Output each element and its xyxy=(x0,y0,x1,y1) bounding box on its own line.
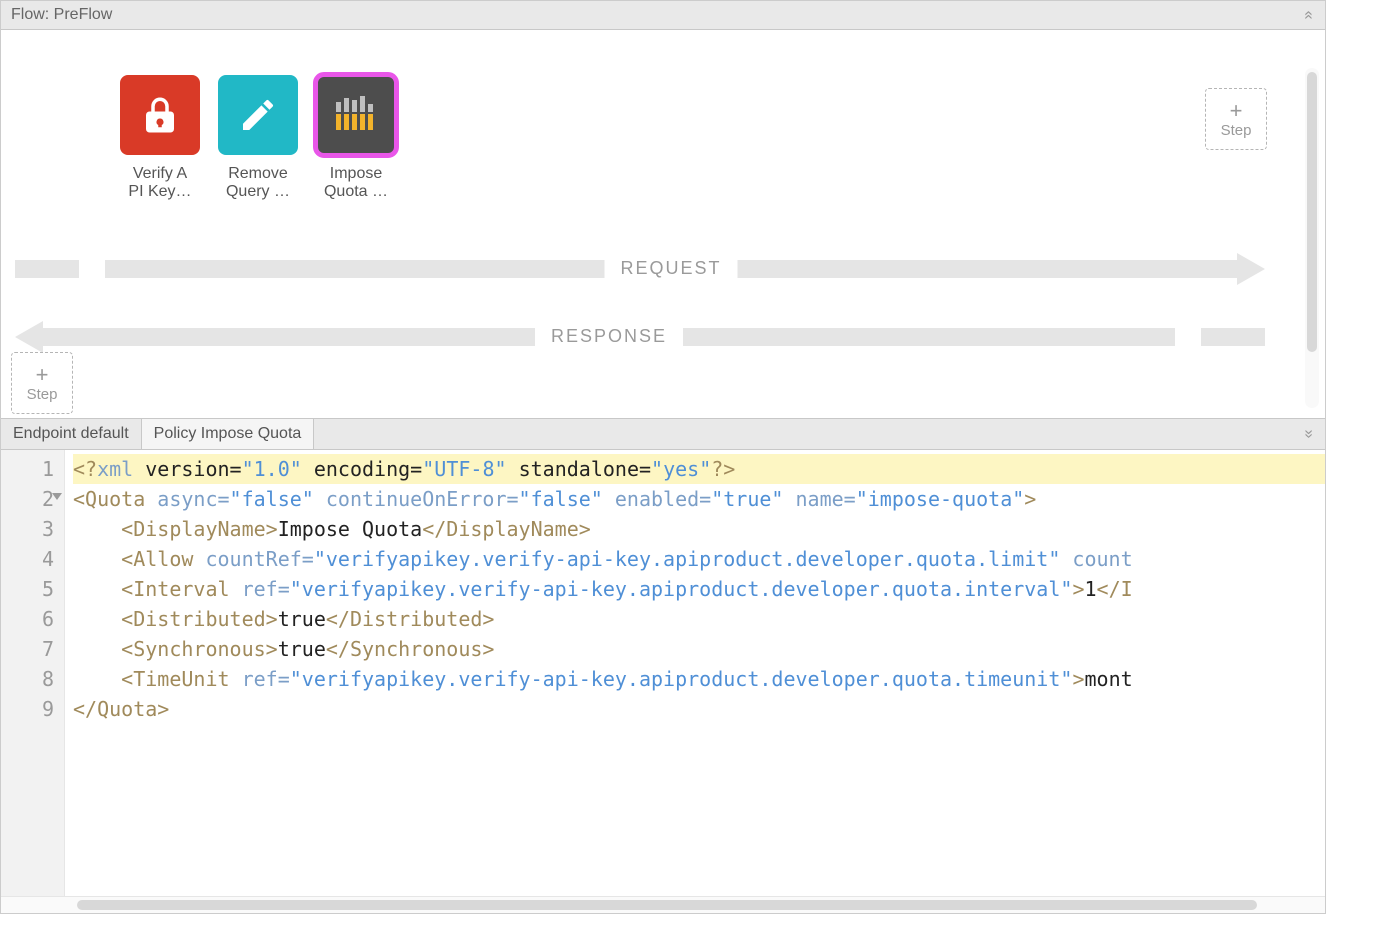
scrollbar-thumb[interactable] xyxy=(77,900,1257,910)
response-bar: RESPONSE xyxy=(15,324,1265,350)
policy-label: Verify A PI Key… xyxy=(128,165,191,202)
code-line[interactable]: <TimeUnit ref="verifyapikey.verify-api-k… xyxy=(73,664,1325,694)
plus-icon: + xyxy=(1230,100,1243,122)
policy-label: Impose Quota … xyxy=(324,165,388,202)
line-number: 8 xyxy=(5,664,54,694)
bar-segment xyxy=(15,260,79,278)
expand-editor-button[interactable] xyxy=(1297,424,1319,444)
scrollbar-thumb[interactable] xyxy=(1307,72,1317,352)
lock-icon xyxy=(120,75,200,155)
policy-remove-query[interactable]: Remove Query … xyxy=(217,75,299,202)
tab-policy-impose-quota[interactable]: Policy Impose Quota xyxy=(142,419,315,449)
chevron-up-icon xyxy=(1304,6,1313,24)
line-number: 4 xyxy=(5,544,54,574)
code-line[interactable]: <Allow countRef="verifyapikey.verify-api… xyxy=(73,544,1325,574)
app-window: Flow: PreFlow Verify A PI Key… Remove Que… xyxy=(0,0,1326,914)
line-number: 1 xyxy=(5,454,54,484)
bar-segment xyxy=(1201,328,1265,346)
editor-hscrollbar[interactable] xyxy=(1,896,1325,913)
line-number: 2 xyxy=(5,484,54,514)
fold-toggle-icon[interactable] xyxy=(52,493,62,500)
line-gutter: 123456789 xyxy=(1,450,65,896)
code-content[interactable]: <?xml version="1.0" encoding="UTF-8" sta… xyxy=(65,450,1325,896)
arrow-left-icon xyxy=(15,321,43,353)
flow-title: Flow: PreFlow xyxy=(11,6,112,24)
line-number: 3 xyxy=(5,514,54,544)
add-step-request-button[interactable]: + Step xyxy=(1205,88,1267,150)
code-line[interactable]: <Synchronous>true</Synchronous> xyxy=(73,634,1325,664)
plus-icon: + xyxy=(36,364,49,386)
policy-verify-api-key[interactable]: Verify A PI Key… xyxy=(119,75,201,202)
policies-row: Verify A PI Key… Remove Query … Impose Quo… xyxy=(119,75,397,202)
request-bar: REQUEST xyxy=(15,256,1265,282)
flow-scrollbar[interactable] xyxy=(1305,68,1319,408)
code-line[interactable]: <Distributed>true</Distributed> xyxy=(73,604,1325,634)
tab-endpoint-default[interactable]: Endpoint default xyxy=(1,419,142,449)
code-line[interactable]: <DisplayName>Impose Quota</DisplayName> xyxy=(73,514,1325,544)
chevron-down-icon xyxy=(1304,425,1313,443)
line-number: 5 xyxy=(5,574,54,604)
editor-tabstrip: Endpoint defaultPolicy Impose Quota xyxy=(1,418,1325,450)
bars-icon xyxy=(316,75,396,155)
code-line[interactable]: </Quota> xyxy=(73,694,1325,724)
code-line[interactable]: <?xml version="1.0" encoding="UTF-8" sta… xyxy=(73,454,1325,484)
response-label: RESPONSE xyxy=(535,326,683,347)
edit-icon xyxy=(218,75,298,155)
policy-impose-quota[interactable]: Impose Quota … xyxy=(315,75,397,202)
add-step-label: Step xyxy=(27,386,58,403)
code-line[interactable]: <Interval ref="verifyapikey.verify-api-k… xyxy=(73,574,1325,604)
arrow-right-icon xyxy=(1237,253,1265,285)
flow-header: Flow: PreFlow xyxy=(1,1,1325,30)
add-step-label: Step xyxy=(1221,122,1252,139)
flow-canvas: Verify A PI Key… Remove Query … Impose Quo… xyxy=(1,30,1325,418)
line-number: 7 xyxy=(5,634,54,664)
code-editor[interactable]: 123456789 <?xml version="1.0" encoding="… xyxy=(1,450,1325,896)
code-line[interactable]: <Quota async="false" continueOnError="fa… xyxy=(73,484,1325,514)
line-number: 9 xyxy=(5,694,54,724)
collapse-flow-button[interactable] xyxy=(1297,5,1319,25)
policy-label: Remove Query … xyxy=(226,165,290,202)
line-number: 6 xyxy=(5,604,54,634)
add-step-response-button[interactable]: + Step xyxy=(11,352,73,414)
request-label: REQUEST xyxy=(604,258,737,279)
